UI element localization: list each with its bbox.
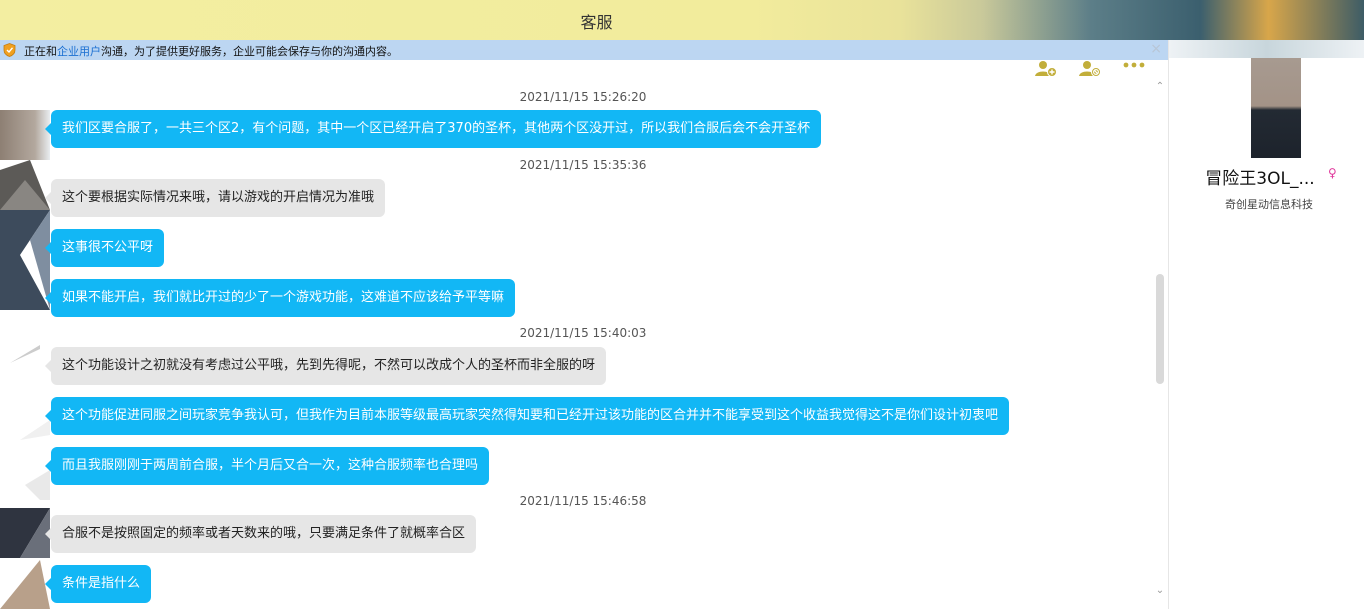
message-timestamp: 2021/11/15 15:40:03 bbox=[519, 326, 647, 340]
user-avatar[interactable] bbox=[0, 110, 50, 160]
enterprise-user-link[interactable]: 企业用户 bbox=[57, 45, 101, 58]
sent-message[interactable]: 而且我服刚刚于两周前合服，半个月后又合一次，这种合服频率也合理吗 bbox=[44, 447, 490, 485]
shield-icon bbox=[3, 43, 16, 57]
profile-banner bbox=[1169, 40, 1364, 58]
scroll-down-arrow-icon[interactable]: ⌄ bbox=[1154, 586, 1166, 596]
message-timestamp: 2021/11/15 15:35:36 bbox=[519, 158, 647, 172]
contact-avatar[interactable] bbox=[1251, 58, 1301, 158]
received-message[interactable]: 这个要根据实际情况来哦，请以游戏的开启情况为准哦 bbox=[44, 179, 386, 217]
received-message[interactable]: 这个功能设计之初就没有考虑过公平哦，先到先得呢，不然可以改成个人的圣杯而非全服的… bbox=[44, 347, 607, 385]
agent-avatar[interactable] bbox=[0, 345, 50, 375]
title-bar: 客服 bbox=[0, 0, 1364, 40]
received-message[interactable]: 合服不是按照固定的频率或者天数来的哦，只要满足条件了就概率合区 bbox=[44, 515, 477, 553]
sent-message[interactable]: 条件是指什么 bbox=[44, 565, 152, 603]
privacy-notice-bar: 正在和企业用户沟通，为了提供更好服务，企业可能会保存与你的沟通内容。 × bbox=[0, 40, 1168, 60]
contact-company: 奇创星动信息科技 bbox=[1225, 198, 1313, 211]
notice-prefix: 正在和 bbox=[24, 45, 57, 58]
sent-message[interactable]: 我们区要合服了，一共三个区2，有个问题，其中一个区已经开启了370的圣杯，其他两… bbox=[44, 110, 822, 148]
message-timestamp: 2021/11/15 15:46:58 bbox=[519, 494, 647, 508]
user-avatar[interactable] bbox=[0, 390, 50, 500]
sent-message[interactable]: 如果不能开启，我们就比开过的少了一个游戏功能，这难道不应该给予平等嘛 bbox=[44, 279, 516, 317]
message-timestamp: 2021/11/15 15:26:20 bbox=[519, 90, 647, 104]
block-contact-icon[interactable] bbox=[1078, 60, 1102, 78]
female-gender-icon: ♀ bbox=[1328, 166, 1337, 180]
contact-profile-panel: 冒险王3OL_... ♀ 奇创星动信息科技 bbox=[1168, 40, 1364, 609]
chat-area[interactable]: 2021/11/15 15:26:20 我们区要合服了，一共三个区2，有个问题，… bbox=[0, 60, 1168, 609]
user-avatar[interactable] bbox=[0, 210, 50, 310]
user-avatar[interactable] bbox=[0, 560, 50, 609]
contact-name[interactable]: 冒险王3OL_... bbox=[1169, 164, 1351, 189]
window-title: 客服 bbox=[580, 13, 613, 32]
agent-avatar[interactable] bbox=[0, 508, 50, 558]
sent-message[interactable]: 这事很不公平呀 bbox=[44, 229, 165, 267]
notice-text: 正在和企业用户沟通，为了提供更好服务，企业可能会保存与你的沟通内容。 bbox=[24, 43, 398, 59]
scroll-up-arrow-icon[interactable]: ⌃ bbox=[1154, 82, 1166, 92]
notice-suffix: 沟通，为了提供更好服务，企业可能会保存与你的沟通内容。 bbox=[101, 45, 398, 58]
sent-message[interactable]: 这个功能促进同服之间玩家竞争我认可，但我作为目前本服等级最高玩家突然得知要和已经… bbox=[44, 397, 1010, 435]
more-icon[interactable] bbox=[1122, 60, 1146, 78]
close-notice-button[interactable]: × bbox=[1150, 41, 1162, 57]
chat-toolbar bbox=[1034, 60, 1146, 80]
scrollbar-thumb[interactable] bbox=[1156, 274, 1164, 384]
add-contact-icon[interactable] bbox=[1034, 60, 1058, 78]
